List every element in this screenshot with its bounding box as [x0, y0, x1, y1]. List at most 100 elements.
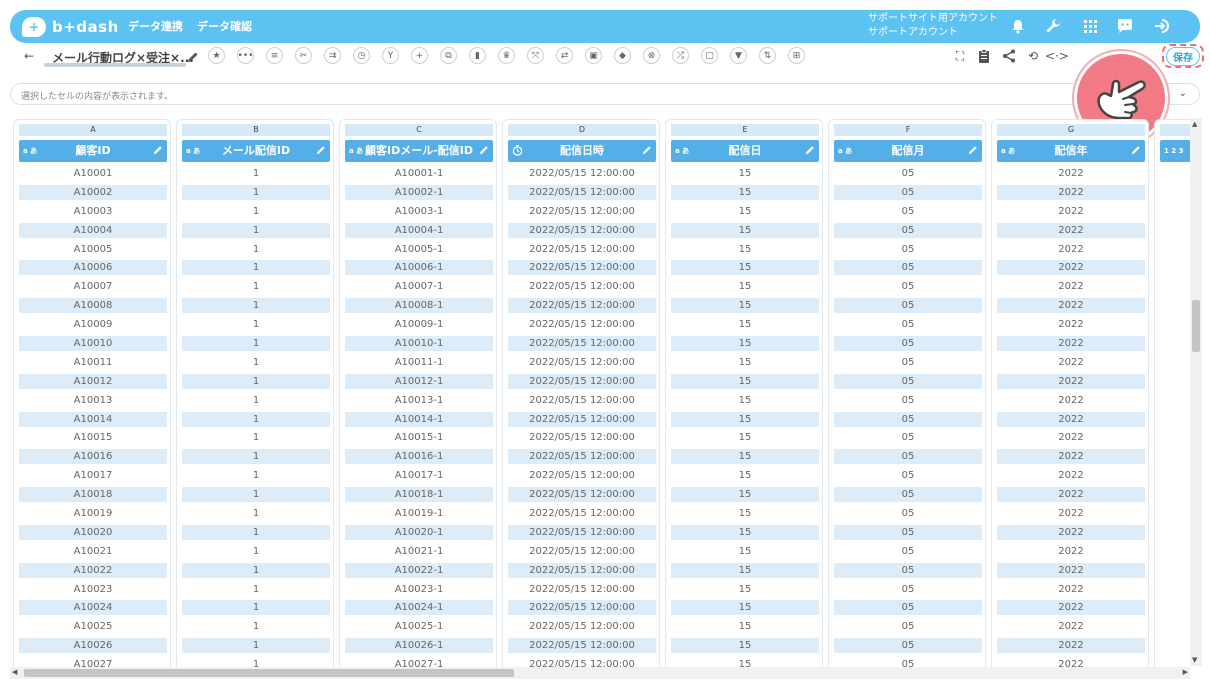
table-cell[interactable]: 15 [671, 506, 819, 525]
bell-icon[interactable] [1008, 16, 1028, 36]
table-cell[interactable]: 15 [671, 562, 819, 582]
table-cell[interactable]: 2022 [997, 468, 1145, 487]
table-cell[interactable]: 05 [834, 204, 982, 223]
table-cell[interactable]: 2022/05/15 12:00:00 [508, 468, 656, 487]
table-cell[interactable]: 1 [182, 260, 330, 279]
table-cell[interactable]: A10011-1 [345, 355, 493, 374]
table-cell[interactable]: 05 [834, 600, 982, 619]
filter-icon[interactable]: ▼ [730, 47, 747, 64]
table-cell[interactable]: A10015 [19, 430, 167, 449]
table-cell[interactable]: A10020-1 [345, 524, 493, 544]
table-cell[interactable]: 2022/05/15 12:00:00 [508, 204, 656, 223]
table-cell[interactable]: 05 [834, 582, 982, 601]
column-letter[interactable]: A [19, 124, 167, 136]
table-cell[interactable]: A10018 [19, 487, 167, 506]
table-cell[interactable]: 2022/05/15 12:00:00 [508, 600, 656, 619]
vertical-scroll-thumb[interactable] [1192, 300, 1200, 352]
table-cell[interactable]: 2022/05/15 12:00:00 [508, 430, 656, 449]
table-cell[interactable]: A10016 [19, 449, 167, 468]
table-cell[interactable]: 15 [671, 657, 819, 667]
table-cell[interactable]: 2022/05/15 12:00:00 [508, 317, 656, 336]
column-header[interactable]: 1 2 3 [1160, 140, 1190, 162]
table-cell[interactable]: A10016-1 [345, 449, 493, 468]
table-cell[interactable]: 2022 [997, 336, 1145, 355]
table-cell[interactable]: 2022 [997, 393, 1145, 412]
expand-icon[interactable]: ⤧ [527, 47, 544, 64]
table-cell[interactable]: A10008 [19, 298, 167, 317]
column-letter[interactable]: E [671, 124, 819, 136]
table-cell[interactable]: 1 [182, 204, 330, 223]
table-cell[interactable]: 15 [671, 544, 819, 563]
pencil-icon[interactable] [1131, 145, 1141, 155]
column-letter[interactable]: F [834, 124, 982, 136]
table-cell[interactable]: A10002 [19, 184, 167, 204]
close-circle-icon[interactable]: ⊗ [643, 47, 660, 64]
star-icon[interactable]: ★ [208, 47, 225, 64]
column-letter[interactable]: C [345, 124, 493, 136]
table-cell[interactable]: 15 [671, 184, 819, 204]
table-cell[interactable]: 2022/05/15 12:00:00 [508, 657, 656, 667]
table-cell[interactable]: A10003 [19, 204, 167, 223]
table-cell[interactable]: A10025-1 [345, 619, 493, 638]
table-cell[interactable]: 1 [182, 298, 330, 317]
table-cell[interactable]: A10001-1 [345, 166, 493, 185]
table-cell[interactable]: A10018-1 [345, 487, 493, 506]
table-cell[interactable]: 2022 [997, 657, 1145, 667]
flow-icon[interactable]: ⛶ [951, 47, 969, 65]
table-cell[interactable]: 1 [182, 657, 330, 667]
column-header[interactable]: a あ 配信年 [997, 140, 1145, 162]
table-cell[interactable]: 2022 [997, 449, 1145, 468]
table-cell[interactable]: 2022 [997, 166, 1145, 185]
table-cell[interactable]: 2022 [997, 355, 1145, 374]
table-cell[interactable]: 2022/05/15 12:00:00 [508, 524, 656, 544]
table-cell[interactable]: 15 [671, 204, 819, 223]
pencil-icon[interactable] [642, 145, 652, 155]
table-cell[interactable]: 1 [182, 430, 330, 449]
table-cell[interactable]: 05 [834, 430, 982, 449]
table-cell[interactable]: 2022 [997, 184, 1145, 204]
column-header[interactable]: 配信日時 [508, 140, 656, 162]
table-cell[interactable]: A10006-1 [345, 260, 493, 279]
logout-icon[interactable] [1152, 16, 1172, 36]
table-cell[interactable]: 05 [834, 524, 982, 544]
pencil-icon[interactable] [153, 145, 163, 155]
table-cell[interactable]: 05 [834, 449, 982, 468]
table-cell[interactable]: 1 [182, 184, 330, 204]
table-cell[interactable]: 2022/05/15 12:00:00 [508, 393, 656, 412]
crown-icon[interactable]: ♛ [498, 47, 515, 64]
apps-grid-icon[interactable] [1080, 16, 1100, 36]
timer-icon[interactable]: ◷ [353, 47, 370, 64]
table-cell[interactable]: 05 [834, 468, 982, 487]
table-cell[interactable]: 15 [671, 393, 819, 412]
table-cell[interactable]: A10024-1 [345, 600, 493, 619]
table-cell[interactable]: 2022 [997, 204, 1145, 223]
table-cell[interactable]: 2022 [997, 562, 1145, 582]
nav-data-link[interactable]: データ連携 [128, 18, 183, 34]
cell-content-bar[interactable]: 選択したセルの内容が表示されます。 ⌄ [10, 83, 1200, 105]
table-cell[interactable]: 15 [671, 582, 819, 601]
table-cell[interactable]: 2022 [997, 638, 1145, 657]
table-cell[interactable]: 05 [834, 373, 982, 393]
table-cell[interactable]: 1 [182, 222, 330, 242]
table-cell[interactable]: A10023 [19, 582, 167, 601]
column-letter[interactable]: B [182, 124, 330, 136]
table-cell[interactable]: A10019-1 [345, 506, 493, 525]
table-cell[interactable]: A10019 [19, 506, 167, 525]
table-cell[interactable]: 2022/05/15 12:00:00 [508, 260, 656, 279]
table-cell[interactable]: 15 [671, 242, 819, 261]
table-cell[interactable]: A10015-1 [345, 430, 493, 449]
table-cell[interactable]: 2022/05/15 12:00:00 [508, 411, 656, 431]
table-cell[interactable]: 1 [182, 242, 330, 261]
table-cell[interactable]: A10025 [19, 619, 167, 638]
table-cell[interactable]: A10004-1 [345, 222, 493, 242]
table-cell[interactable]: A10021 [19, 544, 167, 563]
table-cell[interactable]: 15 [671, 166, 819, 185]
account-info[interactable]: サポートサイト用アカウント サポートアカウント [868, 12, 998, 40]
table-cell[interactable]: A10011 [19, 355, 167, 374]
table-cell[interactable]: A10027 [19, 657, 167, 667]
table-cell[interactable]: A10009 [19, 317, 167, 336]
sort-icon[interactable]: ⇅ [759, 47, 776, 64]
table-cell[interactable]: 2022 [997, 373, 1145, 393]
table-cell[interactable]: 15 [671, 355, 819, 374]
table-cell[interactable]: A10023-1 [345, 582, 493, 601]
